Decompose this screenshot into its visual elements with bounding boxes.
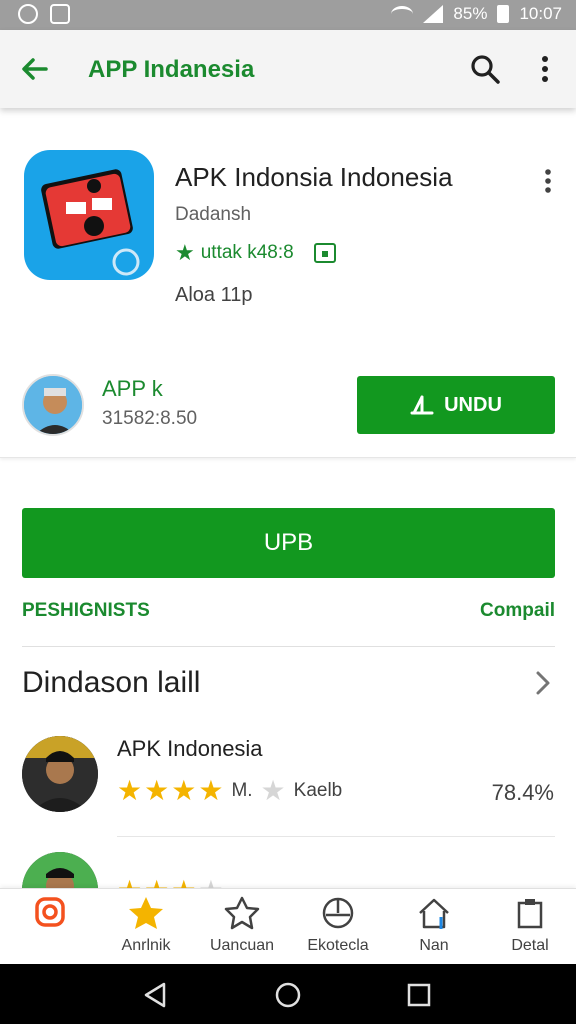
- page-title: APP Indanesia: [88, 56, 255, 83]
- review-meta-2: Kaelb: [293, 779, 343, 801]
- avatar[interactable]: [22, 374, 84, 436]
- instagram-icon: [35, 897, 65, 927]
- nav-label: Nan: [419, 937, 449, 954]
- download-icon: [410, 395, 434, 415]
- home-circle-icon[interactable]: [273, 980, 303, 1010]
- reviews-title[interactable]: Dindason laill: [22, 666, 200, 700]
- rating-text: uttak k48:8: [200, 242, 294, 263]
- nav-item-uancuan[interactable]: Uancuan: [194, 895, 290, 961]
- rating-row: ★ uttak k48:8: [175, 240, 336, 266]
- list-item[interactable]: APK Indonesia ★ ★ ★ ★ M. ★ Kaelb 78.4%: [0, 736, 576, 856]
- author-name: APP k: [102, 376, 163, 401]
- avatar: [22, 736, 98, 812]
- star-icon: ★: [144, 874, 169, 888]
- list-item[interactable]: ★ ★ ★ ★: [0, 852, 576, 888]
- clock: 10:07: [519, 4, 562, 23]
- section-header: PESHIGNISTS Compail: [22, 600, 555, 622]
- star-icon: ★: [171, 874, 196, 888]
- section-left-link[interactable]: PESHIGNISTS: [22, 600, 150, 622]
- back-triangle-icon[interactable]: [140, 980, 170, 1010]
- star-icon: ★: [117, 874, 142, 888]
- nav-item-instagram[interactable]: [2, 895, 98, 961]
- wifi-icon: [391, 6, 414, 22]
- nav-item-ekotecla[interactable]: Ekotecla: [290, 895, 386, 961]
- update-button-label: UPB: [263, 529, 314, 556]
- nav-item-detal[interactable]: Detal: [482, 895, 576, 961]
- star-icon: ★: [144, 775, 170, 806]
- star-icon: ★: [175, 240, 195, 265]
- app-name: APK Indonsia Indonesia: [175, 162, 453, 192]
- nav-label: Detal: [511, 937, 549, 954]
- nav-item-nan[interactable]: Nan: [386, 895, 482, 961]
- star-outline-icon: ★: [198, 874, 223, 888]
- size-label: Aloa 11p: [175, 284, 253, 306]
- nav-label: Ekotecla: [307, 937, 369, 954]
- app-icon[interactable]: [24, 150, 154, 280]
- install-button[interactable]: UNDU: [357, 376, 555, 434]
- review-stars: ★ ★ ★ ★ M. ★ Kaelb: [117, 774, 348, 807]
- avatar: [22, 852, 98, 888]
- app-info-card: APK Indonsia Indonesia Dadansh ★ uttak k…: [0, 118, 576, 458]
- recents-square-icon[interactable]: [404, 980, 434, 1010]
- divider: [117, 836, 555, 837]
- star-outline-icon: ★: [260, 775, 286, 806]
- star-icon: [129, 897, 163, 929]
- section-right-link[interactable]: Compail: [480, 600, 555, 622]
- app-bar: APP Indanesia: [0, 30, 576, 108]
- review-stars: ★ ★ ★ ★: [117, 874, 223, 888]
- clipboard-icon: [517, 899, 543, 929]
- status-bar: 85% 10:07: [0, 0, 576, 30]
- install-button-label: UNDU: [444, 393, 502, 416]
- search-icon[interactable]: [468, 52, 502, 86]
- star-icon: ★: [198, 775, 224, 806]
- more-vert-icon[interactable]: [530, 52, 560, 86]
- divider: [22, 646, 555, 647]
- arrow-left-icon[interactable]: [18, 52, 52, 86]
- chevron-right-icon[interactable]: [530, 668, 556, 698]
- author-subtitle: 31582:8.50: [102, 408, 198, 429]
- nav-item-anrlnik[interactable]: Anrlnik: [98, 895, 194, 961]
- nav-label: Uancuan: [209, 937, 275, 954]
- review-meta: M.: [231, 779, 253, 801]
- bottom-navigation: Anrlnik Uancuan Ekotecla Nan Detal: [0, 888, 576, 964]
- image-icon: [50, 4, 70, 24]
- signal-icon: [423, 5, 444, 23]
- badge-icon: [313, 243, 336, 263]
- notification-icon: [18, 4, 38, 24]
- system-navigation-bar: [0, 964, 576, 1024]
- more-vert-icon[interactable]: [536, 166, 560, 196]
- developer-name[interactable]: Dadansh: [175, 204, 251, 226]
- nav-label: Anrlnik: [121, 937, 171, 954]
- review-percent: 78.4%: [491, 780, 554, 805]
- star-icon: ★: [171, 775, 197, 806]
- battery-icon: [497, 5, 510, 23]
- star-icon: ★: [117, 775, 143, 806]
- update-button[interactable]: UPB: [22, 508, 555, 578]
- star-outline-icon: [224, 896, 260, 930]
- battery-percent: 85%: [453, 4, 488, 23]
- compass-icon: [322, 897, 354, 929]
- review-author: APK Indonesia: [117, 736, 263, 761]
- home-icon: [419, 898, 449, 929]
